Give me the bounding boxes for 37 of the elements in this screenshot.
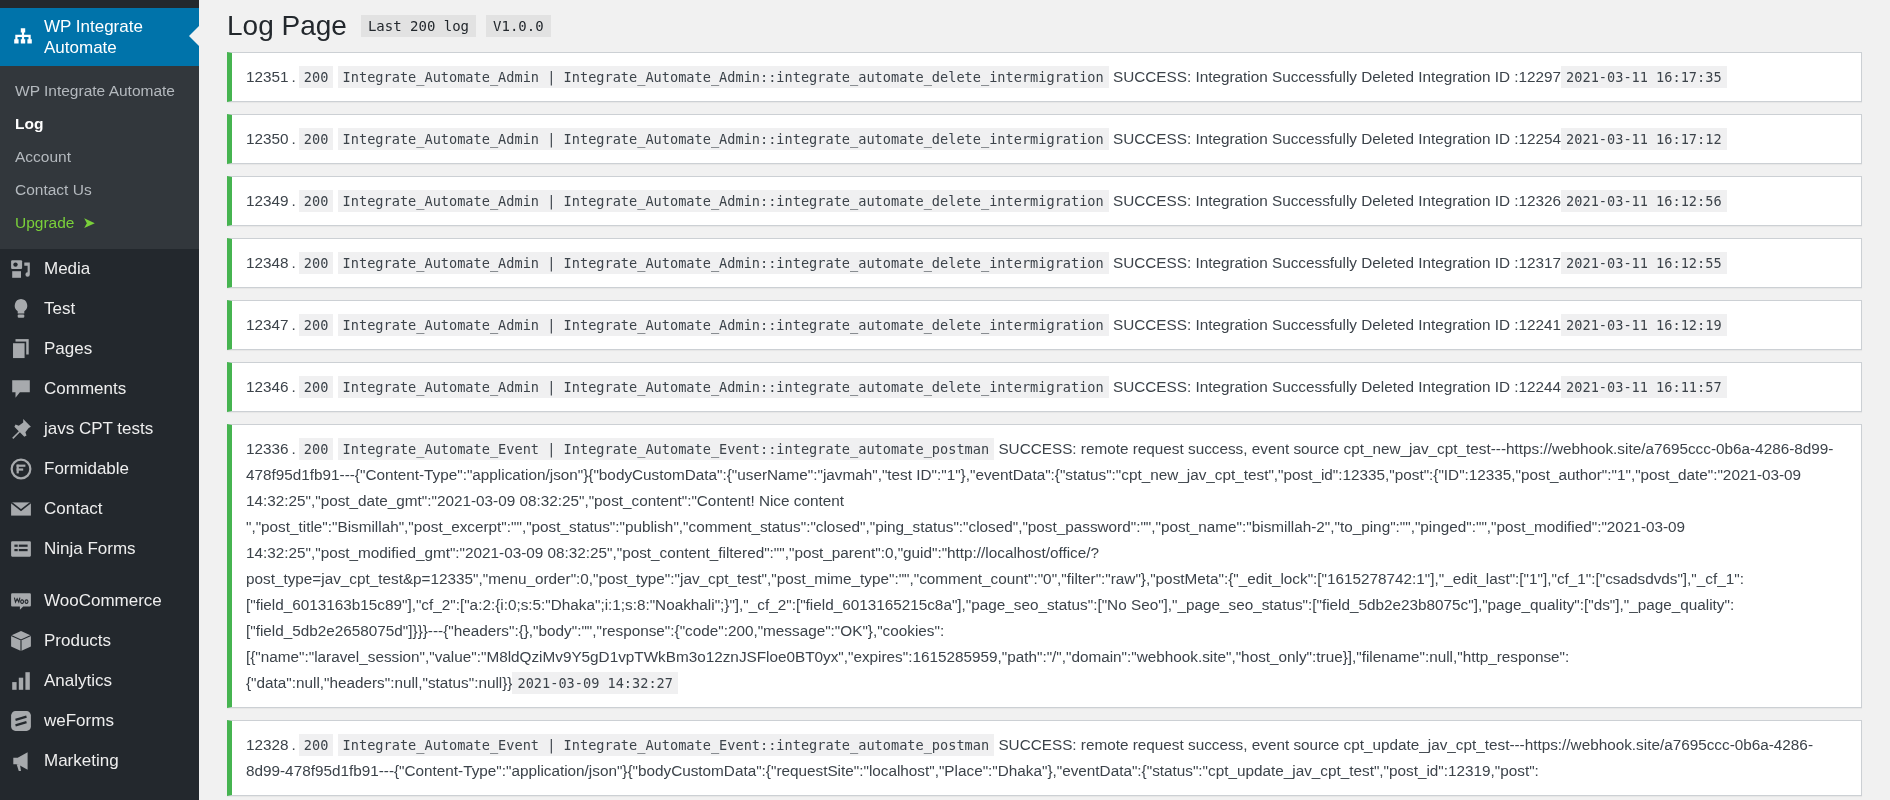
log-entry-text: 12348 . 200 Integrate_Automate_Admin | Integrate_Automate_Admin::integrate_automate_delete_intermigration SUCCESS: Integration Successfully Deleted Integration ID :12317 2021-03-11 16:12:55 [246,250,1847,276]
sidebar-menu-item[interactable]: Comments [0,369,199,409]
submenu-link[interactable]: Contact Us [0,173,199,206]
bars-icon [10,670,32,692]
sidebar-menu-item[interactable]: WP Integrate Automate [0,8,199,66]
sidebar-menu-item[interactable]: Contact [0,489,199,529]
sidebar-menu-item[interactable]: Ninja Forms [0,529,199,569]
sidebar-menu-item[interactable]: javs CPT tests [0,409,199,449]
log-entry-text: 12347 . 200 Integrate_Automate_Admin | Integrate_Automate_Admin::integrate_automate_delete_intermigration SUCCESS: Integration Successfully Deleted Integration ID :12241 2021-03-11 16:12:19 [246,312,1847,338]
menu-pointer-icon [189,26,199,46]
submenu-link[interactable]: Upgrade ➤ [0,206,199,239]
submenu-link[interactable]: Account [0,140,199,173]
sidebar-menu-item[interactable]: weForms [0,701,199,741]
log-entry-text: 12350 . 200 Integrate_Automate_Admin | Integrate_Automate_Admin::integrate_automate_delete_intermigration SUCCESS: Integration Successfully Deleted Integration ID :12254 2021-03-11 16:17:12 [246,126,1847,152]
version-badge: Last 200 log [360,15,477,37]
sidebar-menu-item[interactable]: Media [0,249,199,289]
log-entry-text: 12328 . 200 Integrate_Automate_Event | Integrate_Automate_Event::integrate_automate_postman SUCCESS: remote request success, event source cpt_update_jav_cpt_test---https://webhook.site/a7695ccc-0b6a-4286-8d99-478f95d1fb91---{"Content-Type":"application/json"}{"bodyCustomData":{"requestSite":"localhost","Place":"Dhaka"},"eventData":{"status":"cpt_update_jav_cpt_test","post_id":12319,"post": [246,733,1814,781]
log-entry-text: 12349 . 200 Integrate_Automate_Admin | Integrate_Automate_Admin::integrate_automate_delete_intermigration SUCCESS: Integration Successfully Deleted Integration ID :12326 2021-03-11 16:12:56 [246,188,1847,214]
sidebar-menu-item[interactable]: Analytics [0,661,199,701]
sidebar-menu-item[interactable]: WooCommerce [0,581,199,621]
log-entry-text: 12336 . 200 Integrate_Automate_Event | Integrate_Automate_Event::integrate_automate_postman SUCCESS: remote request success, event source cpt_new_jav_cpt_test---https://webhook.site/a7695ccc-0b6a-4286-8d99-478f95d1fb91---{"Content-Type":"application/json"}{"bodyCustomData":{"userName":"javmah","test ID":"1"},"eventData":{"status":"cpt_new_jav_cpt_test","post_id":12335,"post":{"ID":12335,"post_author":"1","post_date":"2021-03-09 14:32:25","post_date_gmt":"2021-03-09 08:32:25","post_content":"Content! Nice content ","post_title":"Bismillah","post_excerpt":"","post_status":"publish","comment_status":"closed","ping_status":"closed","post_password":"","post_name":"bismillah-2","to_ping":"","pinged":"","post_modified":"2021-03-09 14:32:25","post_modified_gmt":"2021-03-09 08:32:25","post_content_filtered":"","post_parent":0,"guid":"http://localhost/office/?post_type=jav_cpt_test&p=12335","menu_order":0,"post_type":"jav_cpt_test","post_mime_type":"","comment_count":"0","filter":"raw"},"postMeta":{"_edit_lock":["1615278742:1"],"_edit_last":["1"],"cf_1":["csadsdvds"],"_cf_1":["field_6013163b15c89"],"cf_2":["a:2:{i:0;s:5:"Dhaka";i:1;s:8:"Noakhali";}"],"_cf_2":["field_6013165215c8a"],"page_seo_status":["No Seo"],"_page_seo_status":["field_5db2e23b8075c"],"page_quality":["ds"],"_page_quality":["field_5db2e2658075d"]}}}---{"headers":{},"body":"","response":{"code":200,"message":"OK"},"cookies":[{"name":"laravel_session","value":"M8ldQziMv9Y5gD1vpTWkBm3o12znJSFloe0BT0yx","expires":1615285959,"path":"/","domain":"webhook.site","host_only":true}],"filename":null,"http_response":{"data":null,"headers":null,"status":null}} 2021-03-09 14:32:27 [246,436,1847,696]
pages-icon [10,338,32,360]
version-badge: V1.0.0 [486,15,551,37]
sidebar-menu-item[interactable]: Products [0,621,199,661]
sidebar-menu-item[interactable]: Formidable [0,449,199,489]
submenu-link[interactable]: WP Integrate Automate [0,74,199,107]
page-title: Log Page [227,10,347,42]
sidebar-menu-item[interactable]: Pages [0,329,199,369]
pin-icon [10,418,32,440]
submenu-link[interactable]: Log [0,107,199,140]
box-icon [10,630,32,652]
comment-icon [10,378,32,400]
log-entry-text: 12346 . 200 Integrate_Automate_Admin | Integrate_Automate_Admin::integrate_automate_delete_intermigration SUCCESS: Integration Successfully Deleted Integration ID :12244 2021-03-11 16:11:57 [246,374,1847,400]
media-icon [10,258,32,280]
log-entry-text: 12351 . 200 Integrate_Automate_Admin | Integrate_Automate_Admin::integrate_automate_delete_intermigration SUCCESS: Integration Successfully Deleted Integration ID :12297 2021-03-11 16:17:35 [246,64,1847,90]
sidebar-menu-item[interactable]: Test [0,289,199,329]
sidebar-menu-item[interactable]: Marketing [0,741,199,781]
